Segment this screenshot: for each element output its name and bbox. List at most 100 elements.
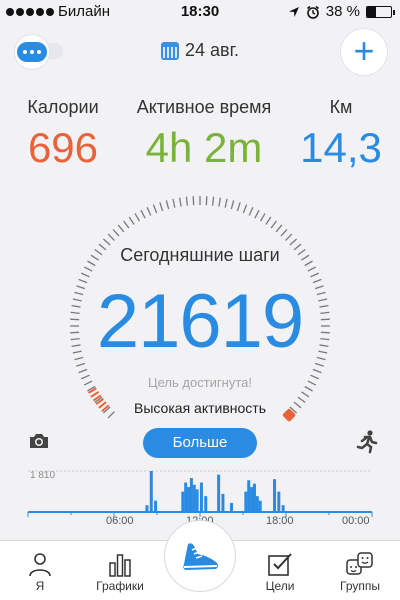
calories-value: 696 [27, 124, 99, 171]
chart-bar [273, 479, 277, 512]
tab-me-label: Я [35, 579, 45, 593]
chart-x-label: 00:00 [342, 515, 370, 527]
chart-bar [281, 505, 285, 512]
chart-bar [250, 487, 254, 512]
more-button[interactable]: Больше [143, 428, 257, 458]
gauge-tick [265, 216, 272, 225]
gauge-tick [172, 198, 176, 208]
gauge-tick [218, 197, 221, 207]
active-time-label: Активное время [136, 97, 272, 117]
active-time-metric[interactable]: Активное время 4h 2m [124, 97, 284, 172]
battery-icon [366, 5, 395, 18]
chart-bar [189, 478, 193, 512]
gauge-tick [123, 220, 130, 229]
runner-icon[interactable] [356, 430, 378, 454]
bar-chart-icon [109, 554, 131, 577]
gauge-tick [146, 206, 152, 216]
gauge-tick [285, 233, 293, 241]
gauge-tick [117, 224, 125, 233]
active-time-value: 4h 2m [145, 124, 263, 171]
gauge-tick [107, 233, 115, 241]
chart-bar [247, 480, 251, 512]
camera-icon[interactable] [28, 432, 50, 450]
gauge-tick [230, 200, 235, 210]
gauge-tick [212, 196, 215, 206]
status-bar: Билайн 18:30 38 % [0, 0, 400, 24]
tab-charts-label: Графики [96, 579, 144, 593]
gauge-tick [236, 202, 241, 212]
chart-x-label: 06:00 [106, 515, 134, 527]
chart-bar [204, 496, 208, 512]
gauge-tick [185, 196, 188, 206]
km-metric[interactable]: Км 14,3 [296, 97, 386, 172]
battery-percent: 38 % [325, 3, 360, 20]
shoe-icon [183, 543, 218, 570]
gauge-tick [159, 202, 164, 212]
gauge-tick [128, 216, 135, 225]
gauge-tick [310, 272, 320, 278]
chart-bar [277, 491, 281, 512]
person-icon [29, 553, 51, 577]
steps-value[interactable]: 21619 [0, 278, 400, 365]
calendar-icon [161, 41, 180, 60]
chart-bar [252, 483, 256, 512]
steps-label: Сегодняшние шаги [120, 245, 280, 265]
chart-bar [187, 487, 191, 512]
gauge-tick [165, 200, 170, 210]
chart-bar [145, 505, 149, 512]
chart-bar [258, 500, 262, 512]
gauge-tick [280, 228, 288, 237]
chart-bar [199, 482, 203, 512]
chart-x-label: 18:00 [266, 515, 294, 527]
chart-bar [244, 491, 248, 512]
date-label: 24 авг. [185, 40, 239, 60]
gauge-tick [152, 204, 158, 214]
chart-bar [181, 491, 185, 512]
goal-status: Цель достигнута! [148, 375, 252, 390]
gauge-tick [312, 368, 322, 374]
gauge-tick [80, 272, 90, 278]
chart-bar [195, 489, 199, 512]
gauge-tick [259, 213, 266, 222]
calories-label: Калории [27, 97, 99, 117]
tab-me[interactable]: Я [0, 541, 80, 600]
chart-bar [149, 471, 153, 512]
gauge-tick [254, 209, 260, 219]
gauge-tick [134, 213, 141, 222]
chart-bar [184, 482, 188, 512]
gauge-tick [301, 391, 310, 398]
gauge-tick [224, 198, 228, 208]
gauge-tick [140, 209, 146, 219]
gauge-tick [275, 224, 283, 233]
status-right: 38 % [288, 3, 395, 20]
chart-bar [192, 484, 196, 512]
chart-bar [255, 496, 259, 512]
km-value: 14,3 [300, 124, 382, 171]
checkbox-icon [268, 553, 292, 576]
gauge-tick [307, 266, 317, 272]
gauge-tick [270, 220, 277, 229]
km-label: Км [329, 97, 353, 117]
chart-bar [230, 502, 234, 512]
tab-groups-label: Группы [340, 579, 380, 593]
gauge-progress-tick [90, 391, 100, 398]
tab-charts[interactable]: Графики [80, 541, 160, 600]
gauge-tick [248, 206, 254, 216]
add-button[interactable]: + [340, 28, 388, 76]
gauge-tick [78, 368, 88, 374]
chart-bar [154, 500, 158, 512]
alarm-icon [306, 5, 319, 19]
gauge-tick [112, 228, 120, 237]
location-arrow-icon [288, 6, 299, 17]
tab-goals-label: Цели [265, 579, 295, 593]
group-faces-icon [346, 552, 373, 575]
chart-bar [217, 474, 221, 512]
gauge-tick [179, 197, 182, 207]
gauge-tick [242, 204, 248, 214]
tab-goals[interactable]: Цели [240, 541, 320, 600]
chart-bar [221, 493, 225, 512]
calories-metric[interactable]: Калории 696 [18, 97, 108, 172]
tab-steps[interactable] [164, 520, 236, 592]
tab-groups[interactable]: Группы [320, 541, 400, 600]
gauge-tick [83, 266, 93, 272]
